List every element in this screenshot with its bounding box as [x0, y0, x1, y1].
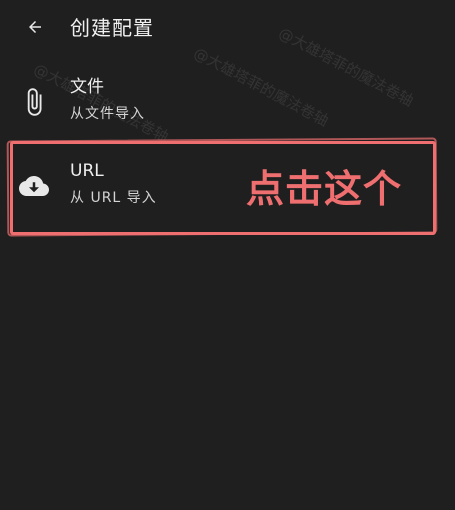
top-app-bar: 创建配置	[0, 0, 455, 56]
item-subtitle: 从文件导入	[70, 106, 145, 122]
item-subtitle: 从 URL 导入	[70, 190, 157, 206]
import-from-file-item[interactable]: 文件 从文件导入	[0, 66, 455, 136]
item-title: 文件	[70, 77, 104, 97]
annotation-text: 点击这个	[246, 167, 403, 211]
cloud-download-icon	[16, 168, 52, 204]
back-button[interactable]	[20, 12, 50, 42]
item-title: URL	[70, 161, 104, 181]
arrow-left-icon	[29, 21, 41, 33]
page-title: 创建配置	[70, 16, 154, 40]
paperclip-icon	[16, 84, 52, 120]
